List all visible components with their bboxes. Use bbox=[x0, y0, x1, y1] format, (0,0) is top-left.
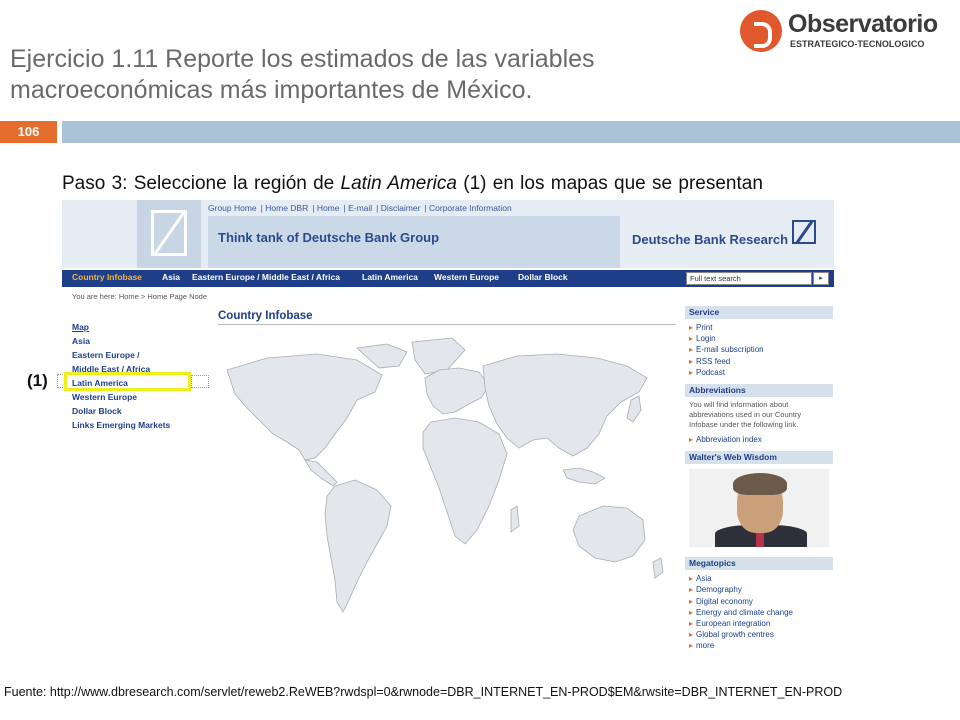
section-title: Country Infobase bbox=[218, 310, 313, 322]
map-region-asia bbox=[482, 353, 648, 457]
abbreviations-text: You will find information about abbrevia… bbox=[689, 400, 802, 430]
arrow-icon: ▸ bbox=[689, 574, 694, 584]
world-map[interactable] bbox=[207, 330, 677, 650]
arrow-icon: ▸ bbox=[689, 596, 694, 606]
top-link-disclaimer[interactable]: Disclaimer bbox=[381, 203, 421, 213]
step-suffix: (1) en los mapas que se presentan bbox=[456, 173, 763, 194]
slide-title: Ejercicio 1.11 Reporte los estimados de … bbox=[10, 45, 595, 104]
abbreviation-index-link[interactable]: ▸ Abbreviation index bbox=[689, 434, 829, 445]
nav-latin-america[interactable]: Latin America bbox=[362, 272, 418, 282]
callout-stub bbox=[57, 374, 63, 388]
callout-dotted-box bbox=[191, 375, 209, 388]
page-number: 106 bbox=[0, 121, 57, 143]
arrow-icon: ▸ bbox=[689, 630, 694, 640]
latin-america-highlight-box bbox=[64, 372, 191, 391]
top-link-home-dbr[interactable]: Home DBR bbox=[265, 203, 308, 213]
nav-dollar-block[interactable]: Dollar Block bbox=[518, 272, 568, 282]
nav-asia[interactable]: Asia bbox=[162, 272, 180, 282]
step-instruction: Paso 3: Seleccione la región de Latin Am… bbox=[62, 173, 922, 195]
top-link-home[interactable]: Home bbox=[317, 203, 340, 213]
site-tagline: Think tank of Deutsche Bank Group bbox=[218, 230, 440, 245]
right-sidebar: Service ▸ Print ▸ Login ▸ E-mail subscripti… bbox=[685, 306, 833, 658]
left-nav-eastern-europe[interactable]: Eastern Europe / bbox=[72, 348, 202, 362]
service-login[interactable]: ▸ Login bbox=[689, 333, 829, 344]
callout-label: (1) bbox=[27, 371, 48, 390]
megatopic-global-growth[interactable]: ▸ Global growth centres bbox=[689, 629, 829, 640]
megatopic-asia[interactable]: ▸ Asia bbox=[689, 573, 829, 584]
top-link-group-home[interactable]: Group Home bbox=[208, 203, 257, 213]
left-nav-dollar-block[interactable]: Dollar Block bbox=[72, 404, 202, 418]
left-nav-asia[interactable]: Asia bbox=[72, 334, 202, 348]
megatopic-demography[interactable]: ▸ Demography bbox=[689, 584, 829, 595]
arrow-icon: ▸ bbox=[689, 334, 694, 344]
search-input[interactable]: Full text search bbox=[686, 272, 812, 285]
tagline-bar: Think tank of Deutsche Bank Group bbox=[208, 216, 620, 268]
step-prefix: Paso 3: Seleccione la región de bbox=[62, 173, 341, 194]
nav-western-europe[interactable]: Western Europe bbox=[434, 272, 499, 282]
megatopic-digital-economy[interactable]: ▸ Digital economy bbox=[689, 596, 829, 607]
step-emphasis: Latin America bbox=[340, 173, 457, 194]
site-header: Group Home | Home DBR | Home | E-mail | Disc… bbox=[62, 200, 834, 268]
map-region-north-america bbox=[226, 353, 383, 461]
service-header: Service bbox=[685, 306, 833, 319]
page-number-bar: 106 bbox=[0, 121, 960, 143]
arrow-icon: ▸ bbox=[689, 323, 694, 332]
arrow-icon: ▸ bbox=[689, 367, 694, 377]
service-email-subscription[interactable]: ▸ E-mail subscription bbox=[689, 344, 829, 355]
nav-eastern-europe[interactable]: Eastern Europe / Middle East / Africa bbox=[192, 272, 340, 282]
site-brand: Deutsche Bank Research bbox=[632, 232, 789, 247]
megatopic-european-integration[interactable]: ▸ European integration bbox=[689, 618, 829, 629]
website-screenshot: Group Home | Home DBR | Home | E-mail | Disc… bbox=[62, 200, 834, 658]
abbreviations-panel: You will find information about abbrevia… bbox=[685, 397, 833, 452]
service-rss-feed[interactable]: ▸ RSS feed bbox=[689, 356, 829, 367]
top-link-corporate[interactable]: Corporate Information bbox=[429, 203, 512, 213]
arrow-icon: ▸ bbox=[689, 356, 694, 366]
map-region-south-america bbox=[324, 479, 392, 613]
map-region-europe bbox=[424, 367, 490, 415]
header-strip bbox=[62, 121, 960, 143]
search-button[interactable]: ▸ bbox=[813, 272, 829, 285]
title-divider bbox=[218, 324, 676, 325]
megatopic-more[interactable]: ▸ more bbox=[689, 640, 829, 651]
deutsche-bank-logo-icon[interactable] bbox=[137, 200, 201, 268]
logo-name: Observatorio bbox=[788, 10, 938, 38]
map-region-oceania bbox=[572, 505, 646, 563]
arrow-icon: ▸ bbox=[689, 619, 694, 629]
arrow-icon: ▸ bbox=[689, 641, 694, 651]
logo-mark-icon bbox=[740, 10, 782, 52]
service-podcast[interactable]: ▸ Podcast bbox=[689, 367, 829, 378]
megatopics-panel: ▸ Asia ▸ Demography ▸ Digital economy ▸ Ener… bbox=[685, 570, 833, 658]
left-nav-map[interactable]: Map bbox=[72, 320, 202, 334]
left-nav-links-emerging-markets[interactable]: Links Emerging Markets bbox=[72, 418, 202, 432]
db-brand-mark-icon bbox=[792, 220, 816, 244]
author-portrait[interactable] bbox=[689, 469, 829, 548]
arrow-icon: ▸ bbox=[689, 607, 694, 617]
top-link-email[interactable]: E-mail bbox=[348, 203, 372, 213]
megatopic-energy-climate[interactable]: ▸ Energy and climate change bbox=[689, 607, 829, 618]
arrow-icon: ▸ bbox=[689, 585, 694, 595]
map-region-africa bbox=[422, 417, 508, 545]
arrow-icon: ▸ bbox=[689, 435, 694, 445]
arrow-icon: ▸ bbox=[689, 345, 694, 355]
source-citation: Fuente: http://www.dbresearch.com/servle… bbox=[4, 685, 843, 699]
top-links: Group Home | Home DBR | Home | E-mail | Disc… bbox=[208, 203, 512, 213]
left-nav-western-europe[interactable]: Western Europe bbox=[72, 390, 202, 404]
breadcrumb: You are here: Home > Home Page Node bbox=[72, 292, 208, 301]
observatorio-logo: Observatorio ESTRATEGICO-TECNOLOGICO bbox=[738, 6, 960, 54]
service-panel: ▸ Print ▸ Login ▸ E-mail subscription ▸ RSS … bbox=[685, 319, 833, 385]
wisdom-header: Walter's Web Wisdom bbox=[685, 451, 833, 465]
map-region-central-america bbox=[304, 459, 338, 487]
megatopics-header: Megatopics bbox=[685, 557, 833, 571]
service-print[interactable]: ▸ Print bbox=[689, 322, 829, 333]
main-nav: Country Infobase Asia Eastern Europe / M… bbox=[62, 270, 834, 287]
nav-country-infobase[interactable]: Country Infobase bbox=[72, 272, 142, 282]
logo-subtitle: ESTRATEGICO-TECNOLOGICO bbox=[790, 39, 925, 49]
wisdom-panel bbox=[685, 464, 833, 558]
abbreviations-header: Abbreviations bbox=[685, 384, 833, 398]
